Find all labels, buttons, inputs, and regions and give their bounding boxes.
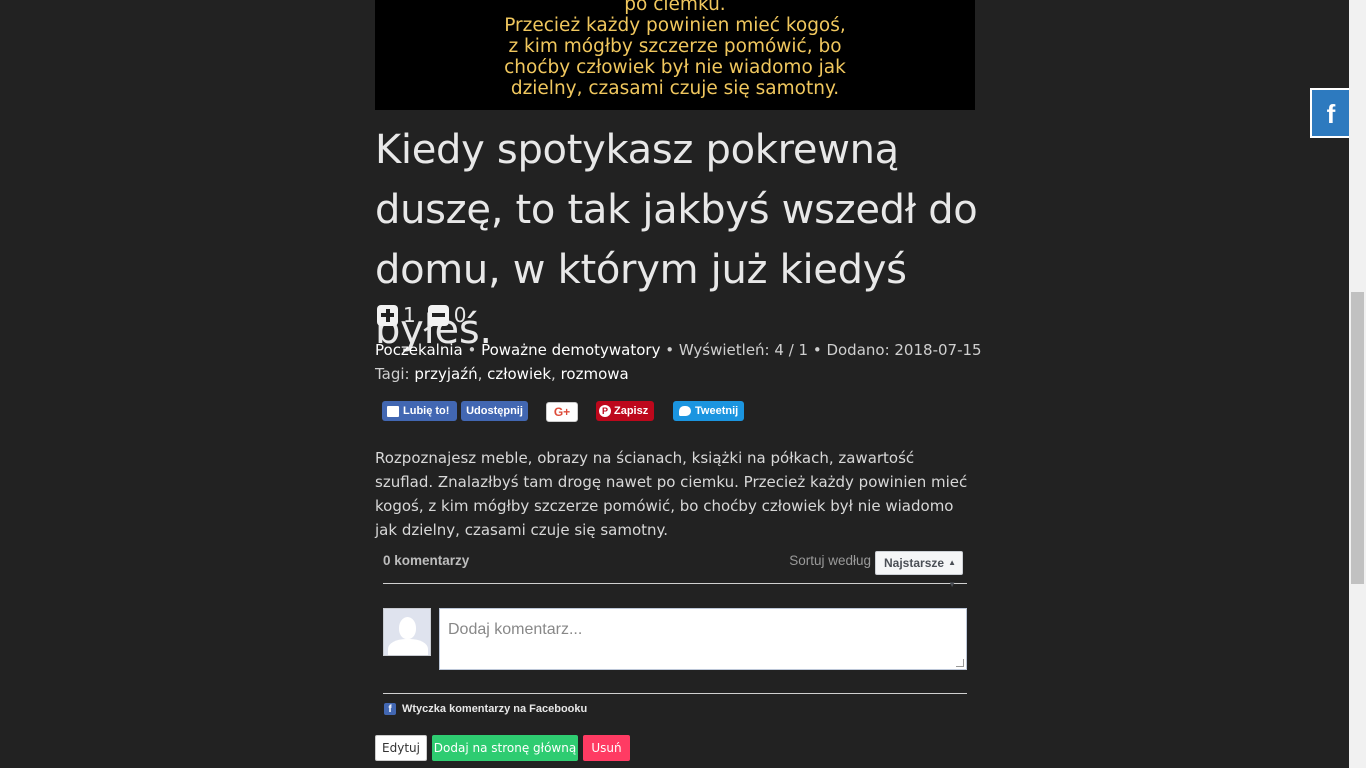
category-link[interactable]: Poczekalnia bbox=[375, 341, 463, 359]
meta-separator: • bbox=[462, 341, 482, 359]
divider bbox=[383, 693, 967, 694]
pinterest-save-button[interactable]: P Zapisz bbox=[596, 401, 654, 421]
plus-icon[interactable] bbox=[377, 304, 398, 326]
tweet-label: Tweetnij bbox=[695, 405, 739, 417]
tag-link[interactable]: rozmowa bbox=[561, 365, 629, 383]
image-line-1: po ciemku. bbox=[624, 0, 726, 15]
pinterest-icon: P bbox=[599, 405, 611, 417]
user-avatar bbox=[383, 608, 431, 656]
tag-link[interactable]: człowiek bbox=[487, 365, 551, 383]
scrollbar-thumb[interactable] bbox=[1351, 292, 1364, 584]
downvote-button[interactable]: 0 bbox=[427, 303, 467, 327]
thumbs-up-icon bbox=[387, 405, 399, 417]
google-plus-button[interactable]: G+ bbox=[546, 402, 578, 422]
image-caption: po ciemku. Przecież każdy powinien mieć … bbox=[375, 0, 975, 99]
facebook-like-button[interactable]: Lubię to! bbox=[382, 401, 457, 421]
minus-icon[interactable] bbox=[427, 304, 449, 326]
image-line-2: Przecież każdy powinien mieć kogoś, bbox=[504, 15, 846, 36]
comment-input[interactable]: Dodaj komentarz... bbox=[439, 608, 967, 670]
facebook-share-button[interactable]: Udostępnij bbox=[461, 401, 528, 421]
pinterest-label: Zapisz bbox=[614, 405, 649, 417]
downvote-count: 0 bbox=[453, 303, 467, 327]
comments-header: 0 komentarzy Sortuj według Najstarsze ▲ ▼ bbox=[383, 550, 967, 589]
facebook-icon: f bbox=[384, 703, 396, 715]
facebook-side-button[interactable]: f bbox=[1310, 88, 1350, 138]
tweet-button[interactable]: Tweetnij bbox=[673, 401, 744, 421]
facebook-share-label: Udostępnij bbox=[466, 405, 523, 417]
upvote-count: 1 bbox=[403, 303, 416, 327]
post-description: Rozpoznajesz meble, obrazy na ścianach, … bbox=[375, 449, 968, 539]
facebook-like-label: Lubię to! bbox=[403, 405, 450, 417]
image-line-3: z kim mógłby szczerze pomówić, bo bbox=[508, 36, 842, 57]
demotivator-image[interactable]: po ciemku. Przecież każdy powinien mieć … bbox=[375, 0, 975, 110]
facebook-side-icon: f bbox=[1326, 99, 1336, 129]
vote-bar: 1 0 bbox=[377, 303, 478, 327]
sort-arrows-icon: ▲ ▼ bbox=[948, 558, 956, 589]
image-line-4: choćby człowiek był nie wiadomo jak bbox=[504, 57, 846, 78]
twitter-bird-icon bbox=[679, 406, 691, 416]
add-to-homepage-button[interactable]: Dodaj na stronę główną bbox=[432, 735, 578, 761]
edit-button[interactable]: Edytuj bbox=[375, 735, 427, 761]
tag-link[interactable]: przyjaźń bbox=[414, 365, 477, 383]
comments-count: 0 komentarzy bbox=[383, 553, 470, 568]
plugin-label: Wtyczka komentarzy na Facebooku bbox=[402, 703, 588, 715]
tags-label: Tagi: bbox=[375, 365, 415, 383]
post-tags: Tagi: przyjaźń, człowiek, rozmowa bbox=[375, 365, 629, 383]
sort-select[interactable]: Najstarsze ▲ ▼ bbox=[875, 551, 963, 589]
facebook-comments-plugin-link[interactable]: f Wtyczka komentarzy na Facebooku bbox=[384, 703, 587, 715]
sort-value: Najstarsze bbox=[884, 556, 945, 570]
upvote-button[interactable]: 1 bbox=[377, 303, 416, 327]
resize-handle[interactable] bbox=[956, 659, 964, 667]
comment-placeholder: Dodaj komentarz... bbox=[448, 621, 583, 638]
post-meta: Poczekalnia • Poważne demotywatory • Wyś… bbox=[375, 340, 982, 360]
google-plus-icon: G+ bbox=[553, 405, 571, 419]
subcategory-link[interactable]: Poważne demotywatory bbox=[481, 341, 660, 359]
meta-stats: • Wyświetleń: 4 / 1 • Dodano: 2018-07-15 bbox=[660, 341, 982, 359]
sort-label: Sortuj według bbox=[789, 553, 871, 568]
delete-button[interactable]: Usuń bbox=[583, 735, 630, 761]
image-line-5: dzielny, czasami czuje się samotny. bbox=[510, 78, 840, 99]
